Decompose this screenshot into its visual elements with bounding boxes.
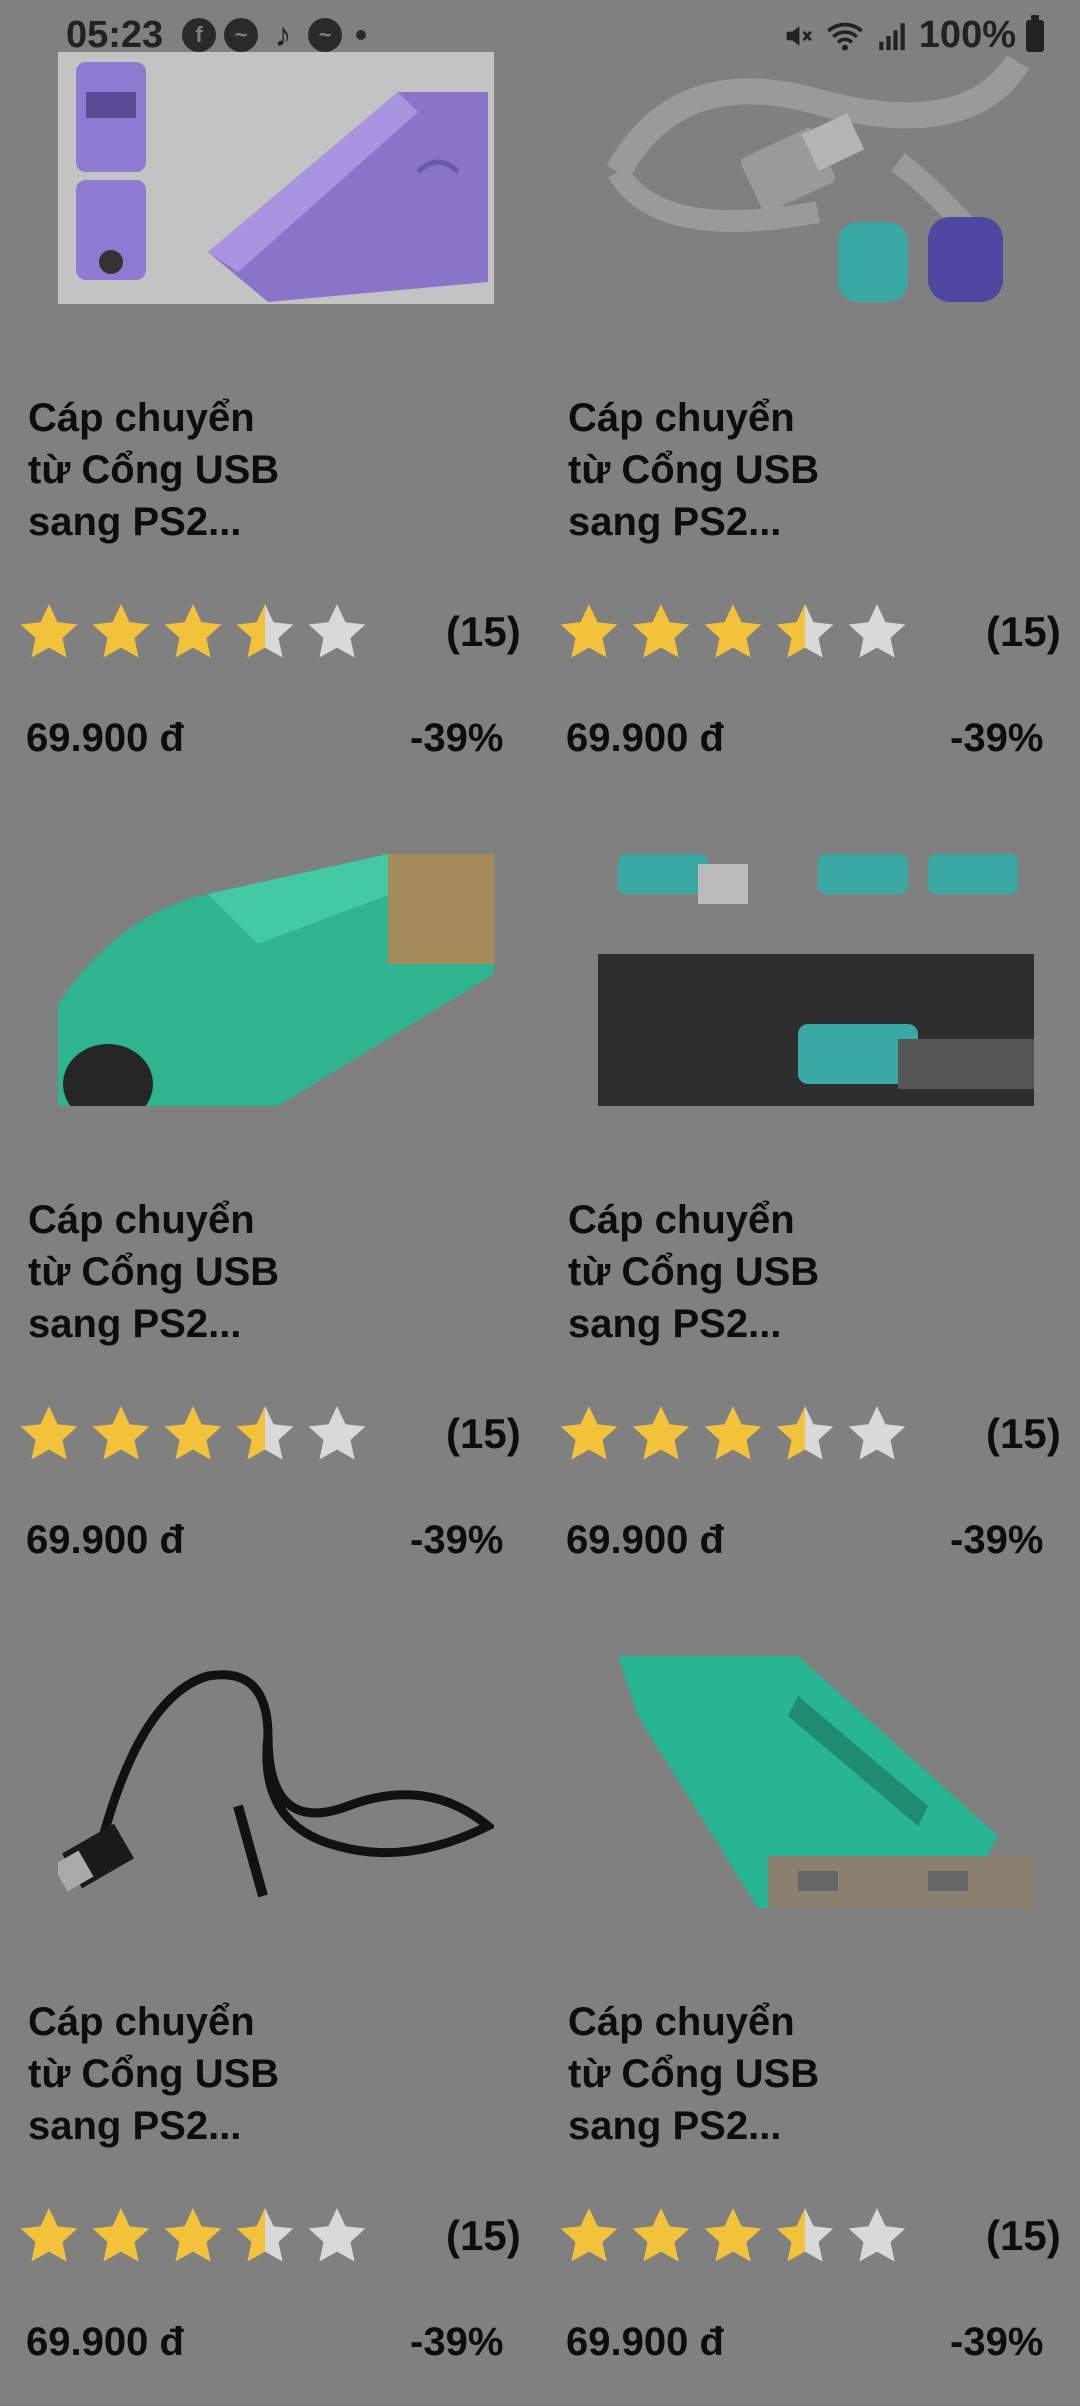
product-title[interactable]: Cáp chuyển từ Cổng USB sang PS2... — [568, 392, 868, 548]
star-icon — [164, 1406, 222, 1460]
product-image[interactable] — [58, 1656, 494, 1908]
star-icon — [236, 2208, 294, 2262]
discount-badge: -39% — [950, 716, 1044, 760]
product-price: 69.900 đ — [26, 716, 184, 760]
star-icon — [848, 2208, 906, 2262]
star-icon — [632, 2208, 690, 2262]
review-count: (15) — [446, 2212, 521, 2259]
star-icon — [704, 604, 762, 658]
product-image[interactable] — [58, 854, 494, 1106]
star-icon — [776, 2208, 834, 2262]
status-time: 05:23 — [66, 14, 164, 56]
product-image[interactable] — [598, 52, 1034, 304]
star-icon — [308, 1406, 366, 1460]
product-card[interactable]: Cáp chuyển từ Cổng USB sang PS2... (15) … — [0, 0, 540, 802]
review-count: (15) — [986, 2212, 1061, 2259]
product-title[interactable]: Cáp chuyển từ Cổng USB sang PS2... — [28, 1996, 328, 2152]
star-icon — [164, 2208, 222, 2262]
star-icon — [560, 1406, 618, 1460]
star-icon — [632, 604, 690, 658]
star-icon — [20, 604, 78, 658]
messenger-icon: ~ — [224, 18, 258, 52]
discount-badge: -39% — [950, 2320, 1044, 2364]
product-image[interactable] — [598, 854, 1034, 1106]
review-count: (15) — [446, 1410, 521, 1457]
rating-stars — [556, 1402, 910, 1468]
star-icon — [92, 2208, 150, 2262]
product-price: 69.900 đ — [26, 2320, 184, 2364]
rating-stars — [16, 600, 370, 666]
facebook-icon: f — [182, 18, 216, 52]
battery-icon — [1026, 14, 1044, 52]
star-icon — [92, 1406, 150, 1460]
status-right: 100% — [781, 14, 1044, 57]
product-card[interactable]: Cáp chuyển từ Cổng USB sang PS2... (15) … — [540, 1604, 1080, 2406]
battery-percent: 100% — [918, 14, 1016, 56]
mute-icon — [786, 25, 812, 46]
star-icon — [848, 1406, 906, 1460]
product-price: 69.900 đ — [566, 2320, 724, 2364]
discount-badge: -39% — [410, 1518, 504, 1562]
review-count: (15) — [986, 1410, 1061, 1457]
star-icon — [20, 1406, 78, 1460]
product-image[interactable] — [598, 1656, 1034, 1908]
product-title[interactable]: Cáp chuyển từ Cổng USB sang PS2... — [28, 392, 328, 548]
discount-badge: -39% — [950, 1518, 1044, 1562]
rating-stars — [16, 2204, 370, 2270]
product-grid: Cáp chuyển từ Cổng USB sang PS2... (15) … — [0, 0, 1080, 2400]
star-icon — [704, 2208, 762, 2262]
star-icon — [308, 2208, 366, 2262]
status-bar: 05:23 f ~ ♪ ~ 100% — [0, 0, 1080, 72]
notification-icons: f ~ ♪ ~ — [182, 15, 366, 54]
star-icon — [92, 604, 150, 658]
discount-badge: -39% — [410, 716, 504, 760]
review-count: (15) — [986, 608, 1061, 655]
product-price: 69.900 đ — [566, 1518, 724, 1562]
star-icon — [560, 2208, 618, 2262]
product-price: 69.900 đ — [26, 1518, 184, 1562]
more-notifications-dot — [356, 30, 366, 40]
product-title[interactable]: Cáp chuyển từ Cổng USB sang PS2... — [28, 1194, 328, 1350]
star-icon — [848, 604, 906, 658]
product-title[interactable]: Cáp chuyển từ Cổng USB sang PS2... — [568, 1996, 868, 2152]
product-card[interactable]: Cáp chuyển từ Cổng USB sang PS2... (15) … — [540, 802, 1080, 1604]
signal-icon — [879, 22, 905, 50]
review-count: (15) — [446, 608, 521, 655]
rating-stars — [556, 2204, 910, 2270]
star-icon — [236, 1406, 294, 1460]
star-icon — [560, 604, 618, 658]
product-card[interactable]: Cáp chuyển từ Cổng USB sang PS2... (15) … — [540, 0, 1080, 802]
product-image[interactable] — [58, 52, 494, 304]
star-icon — [776, 604, 834, 658]
product-price: 69.900 đ — [566, 716, 724, 760]
product-card[interactable]: Cáp chuyển từ Cổng USB sang PS2... (15) … — [0, 802, 540, 1604]
messenger-icon: ~ — [308, 18, 342, 52]
star-icon — [632, 1406, 690, 1460]
product-card[interactable]: Cáp chuyển từ Cổng USB sang PS2... (15) … — [0, 1604, 540, 2406]
star-icon — [236, 604, 294, 658]
star-icon — [308, 604, 366, 658]
star-icon — [704, 1406, 762, 1460]
wifi-icon — [826, 22, 863, 51]
rating-stars — [16, 1402, 370, 1468]
product-title[interactable]: Cáp chuyển từ Cổng USB sang PS2... — [568, 1194, 868, 1350]
star-icon — [20, 2208, 78, 2262]
rating-stars — [556, 600, 910, 666]
discount-badge: -39% — [410, 2320, 504, 2364]
star-icon — [776, 1406, 834, 1460]
tiktok-icon: ♪ — [274, 15, 292, 54]
star-icon — [164, 604, 222, 658]
